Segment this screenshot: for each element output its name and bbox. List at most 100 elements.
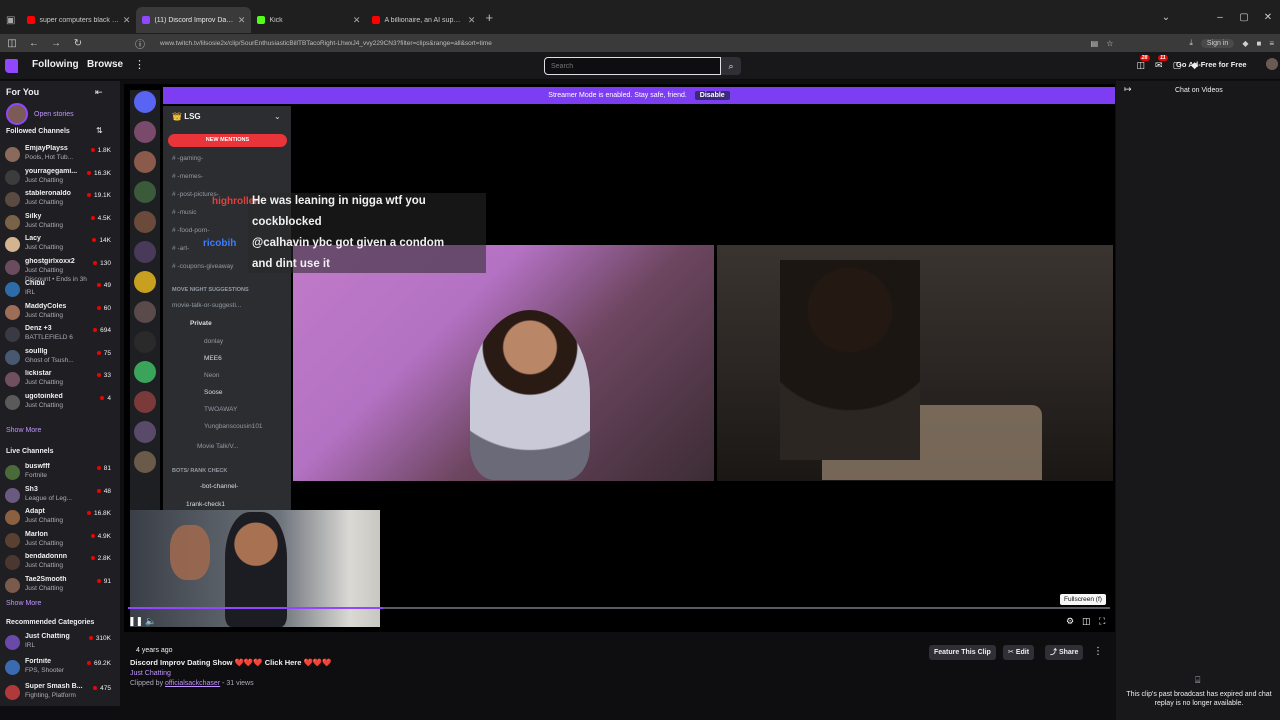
recommended-categories-heading: Recommended Categories [6, 619, 95, 626]
user-avatar[interactable] [1266, 58, 1278, 70]
channel-name: Tae2Smooth [25, 575, 67, 583]
live-dot-icon [90, 215, 95, 220]
more-menu-icon[interactable]: ⋮ [134, 58, 145, 71]
discord-category-bots: BOTS/ RANK CHECK [172, 468, 228, 474]
twitch-logo-icon[interactable] [5, 59, 18, 73]
sidebar-channel[interactable]: soulllg Ghost of Tsush... 75 [5, 348, 117, 370]
nav-following[interactable]: Following [32, 59, 79, 70]
minimize-button[interactable]: – [1208, 12, 1232, 23]
sort-icon[interactable]: ⇅ [96, 126, 103, 135]
sidebar-channel[interactable]: Chibu IRL 49 [5, 280, 117, 302]
notifications-badge: 28 [1139, 55, 1150, 61]
sidebar-channel[interactable]: Just Chatting IRL 310K [5, 633, 117, 655]
sidebar-channel[interactable]: Super Smash B... Fighting, Platform 475 [5, 683, 117, 705]
sidebar-channel[interactable]: Sh3 League of Leg... 48 [5, 486, 117, 508]
viewer-count: 2.8K [90, 555, 111, 562]
go-ad-free-button[interactable]: Go Ad-Free for Free [1176, 60, 1247, 69]
sidebar-channel[interactable]: EmjayPlayss Pools, Hot Tub... 1.8K [5, 145, 117, 167]
browser-tab[interactable]: (11) Discord Improv Dating ✕ [136, 7, 252, 33]
discord-server-icon [134, 271, 156, 293]
sidebar-channel[interactable]: ugotoinked Just Chatting 4 [5, 393, 117, 415]
extension-icon[interactable]: ■ [1256, 39, 1261, 48]
sidebar-channel[interactable]: lickistar Just Chatting 33 [5, 370, 117, 392]
sidebar-channel[interactable]: buswfff Fortnite 81 [5, 463, 117, 485]
search-input[interactable] [544, 57, 721, 75]
search-button[interactable]: ⌕ [721, 57, 741, 75]
sidebar-channel[interactable]: bendadonnn Just Chatting 2.8K [5, 553, 117, 575]
sidebar-channel[interactable]: yourragegami... Just Chatting 16.3K [5, 168, 117, 190]
back-button[interactable]: ← [28, 38, 40, 49]
sidebar-channel[interactable]: Tae2Smooth Just Chatting 91 [5, 576, 117, 598]
viewer-count-value: 69.2K [94, 660, 111, 667]
browser-tab[interactable]: super computers black commu ✕ [21, 7, 136, 33]
bookmark-icon[interactable]: ☆ [1106, 39, 1113, 48]
extensions-icon[interactable]: ◆ [1242, 39, 1248, 48]
close-tab-icon[interactable]: ✕ [238, 15, 246, 26]
settings-gear-icon[interactable]: ⚙ [1066, 616, 1074, 627]
chat-on-videos-title: Chat on Videos [1175, 87, 1223, 94]
discord-server-icon [134, 361, 156, 383]
sidebar-toggle-icon[interactable]: ◫ [6, 38, 18, 49]
notifications-icon[interactable]: ◫ 28 [1137, 55, 1150, 71]
discord-server-name: 👑 LSG [172, 112, 201, 121]
open-stories[interactable]: Open stories [6, 103, 74, 125]
clipper-link[interactable]: officialsackchaser [165, 680, 220, 687]
sidebar-channel[interactable]: MaddyColes Just Chatting 60 [5, 303, 117, 325]
live-dot-icon [93, 328, 98, 333]
collapse-sidebar-icon[interactable]: ⇤ [95, 87, 103, 98]
discord-channel-label: -memes- [177, 173, 204, 180]
disable-streamer-mode-button[interactable]: Disable [694, 91, 730, 100]
sidebar-channel[interactable]: Marlon Just Chatting 4.9K [5, 531, 117, 553]
theatre-mode-icon[interactable]: ◫ [1082, 616, 1091, 627]
feature-clip-button[interactable]: Feature This Clip [929, 645, 996, 660]
reader-icon[interactable]: ▤ [1091, 39, 1099, 48]
discord-channel-label: -coupons-giveaway [177, 263, 234, 270]
discord-channel-row: # -food-porn- [172, 227, 210, 234]
live-dot-icon [96, 466, 101, 471]
browser-tab[interactable]: Kick ✕ [251, 7, 366, 33]
sidebar-channel[interactable]: Lacy Just Chatting 14K [5, 235, 117, 257]
menu-icon[interactable]: ≡ [1269, 39, 1274, 48]
forward-button[interactable]: → [50, 38, 62, 49]
edit-button[interactable]: ✂ Edit [1003, 645, 1035, 660]
share-button[interactable]: ⤴ Share [1045, 645, 1084, 660]
browser-tab[interactable]: A billionaire, an AI supercomp ✕ [366, 7, 481, 33]
for-you-heading: For You [6, 87, 40, 97]
fullscreen-icon[interactable]: ⛶ [1099, 616, 1105, 627]
more-options-icon[interactable]: ⋮ [1093, 646, 1103, 657]
nav-browse[interactable]: Browse [87, 59, 123, 70]
channel-game: FPS, Shooter [25, 667, 65, 674]
clip-category-link[interactable]: Just Chatting [130, 670, 171, 677]
close-tab-icon[interactable]: ✕ [468, 15, 476, 26]
inbox-icon[interactable]: ✉ 11 [1155, 55, 1168, 71]
tab-actions-icon[interactable]: ▣ [6, 15, 15, 26]
show-more-live[interactable]: Show More [6, 600, 41, 607]
close-tab-icon[interactable]: ✕ [353, 15, 361, 26]
sign-in-button[interactable]: Sign in [1200, 38, 1235, 48]
sidebar-channel[interactable]: stableronaldo Just Chatting 19.1K [5, 190, 117, 212]
downloads-icon[interactable]: ⤓ [1189, 38, 1193, 48]
show-more-followed[interactable]: Show More [6, 427, 41, 434]
sidebar-channel[interactable]: Denz +3 BATTLEFIELD 6 694 [5, 325, 117, 347]
collapse-chat-icon[interactable]: ↦ [1124, 84, 1132, 95]
discord-channel-label: -gaming- [177, 155, 204, 162]
tab-title: Kick [269, 16, 283, 24]
viewer-count: 4.5K [90, 215, 111, 222]
close-tab-icon[interactable]: ✕ [123, 15, 131, 26]
channel-name: Sh3 [25, 485, 38, 493]
sidebar-channel[interactable]: Silky Just Chatting 4.5K [5, 213, 117, 235]
pause-button[interactable]: ❚❚ [128, 616, 143, 627]
maximize-button[interactable]: ▢ [1232, 12, 1256, 23]
site-info-icon[interactable]: ⓘ [134, 36, 146, 51]
discord-voice-user: MEE6 [204, 355, 222, 362]
sidebar-channel[interactable]: Adapt Just Chatting 16.8K [5, 508, 117, 530]
reload-button[interactable]: ↻ [72, 38, 84, 49]
tab-search-icon[interactable]: ⌄ [1154, 12, 1178, 23]
volume-button[interactable]: 🔈 [145, 616, 156, 627]
close-window-button[interactable]: ✕ [1256, 12, 1280, 23]
url-field[interactable]: www.twitch.tv/lilsosie2x/clip/SourEnthus… [160, 40, 1081, 47]
sidebar-channel[interactable]: Fortnite FPS, Shooter 69.2K [5, 658, 117, 680]
viewer-count-value: 81 [103, 465, 111, 472]
new-tab-button[interactable]: + [485, 10, 493, 25]
live-dot-icon [96, 283, 101, 288]
